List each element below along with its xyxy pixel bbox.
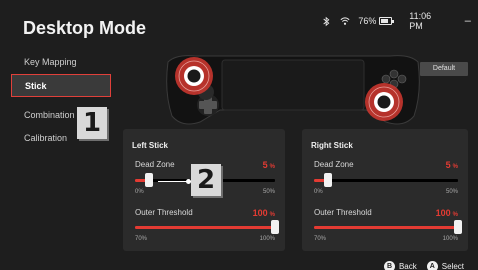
controller-illustration [166,55,420,125]
panel-title: Left Stick [132,141,169,150]
outer-threshold-slider[interactable] [314,220,462,234]
outer-threshold-value: 100% [435,208,458,218]
slider-thumb[interactable] [324,173,333,187]
dead-zone-slider[interactable] [314,173,458,187]
right-stick-panel: Right Stick Dead Zone 5% 0% 50% Outer Th… [302,129,468,251]
sidebar-item-key-mapping[interactable]: Key Mapping [11,51,111,74]
panel-title: Right Stick [311,141,353,150]
wifi-icon [340,17,350,25]
bluetooth-icon [323,16,330,26]
slider-min-label: 70% [135,236,148,242]
slider-thumb[interactable] [271,220,279,234]
slider-max-label: 50% [262,189,275,195]
slider-max-label: 100% [442,236,458,242]
outer-threshold-label: Outer Threshold [135,208,193,217]
outer-threshold-slider[interactable] [135,220,279,234]
dead-zone-value: 5% [445,160,458,170]
annotation-badge-1: 1 [77,107,107,139]
slider-thumb[interactable] [145,173,153,187]
clock: 11:06 PM [409,11,432,31]
sidebar-item-stick[interactable]: Stick [11,74,111,97]
status-bar: 76% 11:06 PM – ✕ [322,11,478,31]
right-stick-highlight [365,83,403,121]
slider-thumb[interactable] [454,220,462,234]
left-stick-highlight [175,57,213,95]
outer-threshold-label: Outer Threshold [314,208,372,217]
dead-zone-value: 5% [262,160,275,170]
b-button-icon: B [383,261,395,270]
outer-threshold-value: 100% [252,208,275,218]
battery-percent: 76% [358,16,377,26]
slider-max-label: 50% [445,189,458,195]
a-button-icon: A [426,261,438,270]
default-button[interactable]: Default [420,62,468,76]
annotation-badge-2: 2 [191,164,221,196]
battery-icon [379,17,395,25]
slider-max-label: 100% [259,236,275,242]
minimize-button[interactable]: – [463,15,473,27]
slider-min-label: 0% [135,189,144,195]
select-button[interactable]: Select [442,262,464,270]
page-title: Desktop Mode [23,18,147,38]
slider-min-label: 70% [314,236,327,242]
footer-hints: B Back A Select [383,261,464,270]
dead-zone-label: Dead Zone [314,160,354,169]
back-button[interactable]: Back [399,262,417,270]
slider-min-label: 0% [314,189,323,195]
dead-zone-label: Dead Zone [135,160,175,169]
